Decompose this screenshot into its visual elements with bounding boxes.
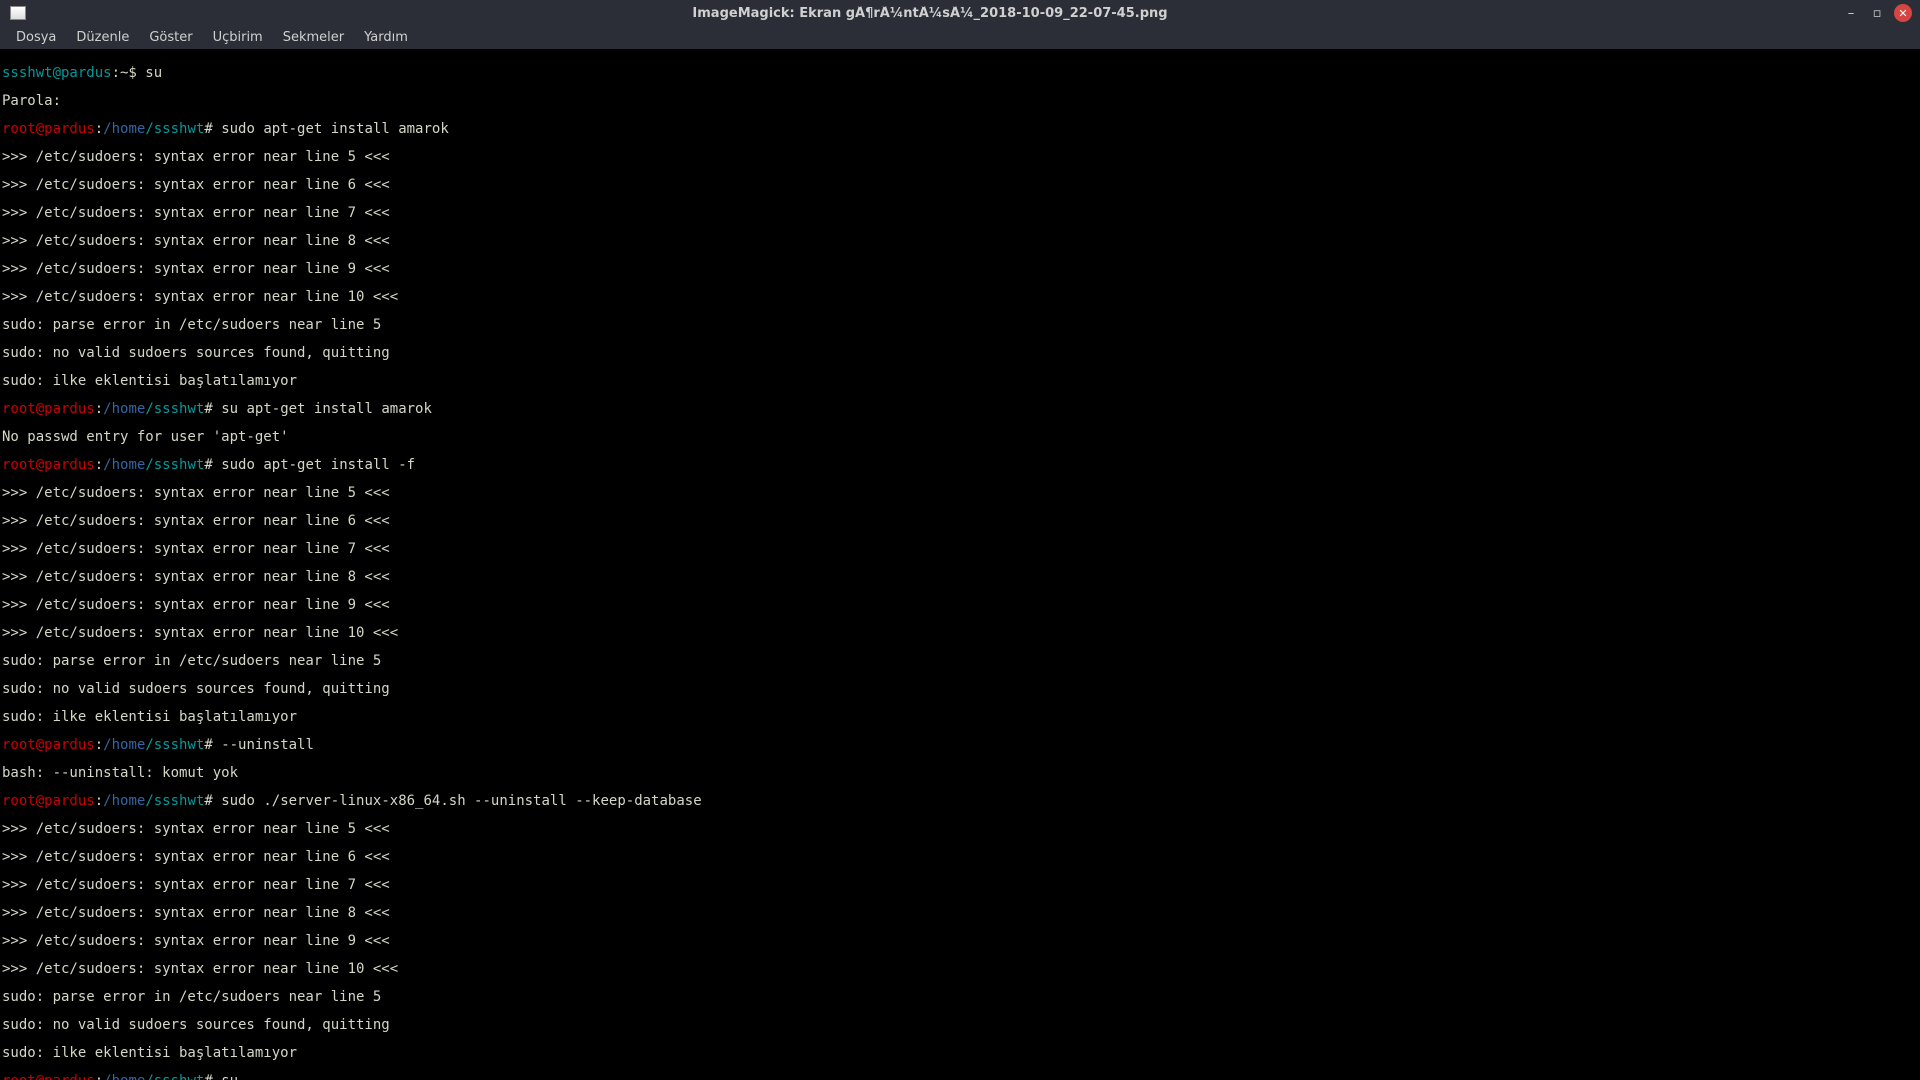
output: sudo: no valid sudoers sources found, qu…	[2, 346, 1918, 360]
command: sudo ./server-linux-x86_64.sh --uninstal…	[221, 793, 701, 809]
output: >>> /etc/sudoers: syntax error near line…	[2, 150, 1918, 164]
menubar: Dosya Düzenle Göster Uçbirim Sekmeler Ya…	[0, 26, 1920, 50]
output: sudo: parse error in /etc/sudoers near l…	[2, 318, 1918, 332]
command: sudo apt-get install amarok	[221, 121, 449, 137]
command: sudo apt-get install -f	[221, 457, 415, 473]
output: >>> /etc/sudoers: syntax error near line…	[2, 626, 1918, 640]
output: >>> /etc/sudoers: syntax error near line…	[2, 542, 1918, 556]
titlebar: ImageMagick: Ekran gÃ¶rÃ¼ntÃ¼sÃ¼_2018-10…	[0, 0, 1920, 26]
output: >>> /etc/sudoers: syntax error near line…	[2, 962, 1918, 976]
maximize-button[interactable]: ▫	[1868, 4, 1886, 22]
output: bash: --uninstall: komut yok	[2, 766, 1918, 780]
output: sudo: parse error in /etc/sudoers near l…	[2, 654, 1918, 668]
output: sudo: parse error in /etc/sudoers near l…	[2, 990, 1918, 1004]
menu-file[interactable]: Dosya	[6, 30, 66, 45]
command: --uninstall	[221, 737, 314, 753]
output: >>> /etc/sudoers: syntax error near line…	[2, 262, 1918, 276]
output: No passwd entry for user 'apt-get'	[2, 430, 1918, 444]
output: >>> /etc/sudoers: syntax error near line…	[2, 878, 1918, 892]
output: >>> /etc/sudoers: syntax error near line…	[2, 514, 1918, 528]
menu-edit[interactable]: Düzenle	[66, 30, 139, 45]
menu-terminal[interactable]: Uçbirim	[203, 30, 273, 45]
menu-view[interactable]: Göster	[139, 30, 202, 45]
window-title: ImageMagick: Ekran gÃ¶rÃ¼ntÃ¼sÃ¼_2018-10…	[26, 6, 1834, 21]
close-button[interactable]: ✕	[1894, 4, 1912, 22]
terminal[interactable]: ssshwt@pardus:~$ su Parola: root@pardus:…	[0, 50, 1920, 1080]
output: >>> /etc/sudoers: syntax error near line…	[2, 906, 1918, 920]
output: sudo: no valid sudoers sources found, qu…	[2, 1018, 1918, 1032]
output: >>> /etc/sudoers: syntax error near line…	[2, 234, 1918, 248]
output: sudo: ilke eklentisi başlatılamıyor	[2, 710, 1918, 724]
command: su	[145, 65, 162, 81]
user-prompt: ssshwt@pardus	[2, 65, 112, 81]
output: >>> /etc/sudoers: syntax error near line…	[2, 570, 1918, 584]
app-window: ImageMagick: Ekran gÃ¶rÃ¼ntÃ¼sÃ¼_2018-10…	[0, 0, 1920, 1080]
minimize-button[interactable]: –	[1842, 4, 1860, 22]
output: >>> /etc/sudoers: syntax error near line…	[2, 934, 1918, 948]
menu-tabs[interactable]: Sekmeler	[273, 30, 354, 45]
command: su	[221, 1073, 238, 1080]
output: >>> /etc/sudoers: syntax error near line…	[2, 486, 1918, 500]
window-controls: – ▫ ✕	[1834, 4, 1912, 22]
menu-help[interactable]: Yardım	[354, 30, 418, 45]
app-icon	[10, 6, 26, 20]
output: >>> /etc/sudoers: syntax error near line…	[2, 206, 1918, 220]
output: sudo: ilke eklentisi başlatılamıyor	[2, 1046, 1918, 1060]
output: >>> /etc/sudoers: syntax error near line…	[2, 850, 1918, 864]
output: Parola:	[2, 94, 1918, 108]
root-prompt: root@pardus	[2, 121, 95, 137]
output: >>> /etc/sudoers: syntax error near line…	[2, 598, 1918, 612]
output: >>> /etc/sudoers: syntax error near line…	[2, 822, 1918, 836]
output: >>> /etc/sudoers: syntax error near line…	[2, 178, 1918, 192]
output: sudo: no valid sudoers sources found, qu…	[2, 682, 1918, 696]
output: sudo: ilke eklentisi başlatılamıyor	[2, 374, 1918, 388]
output: >>> /etc/sudoers: syntax error near line…	[2, 290, 1918, 304]
command: su apt-get install amarok	[221, 401, 432, 417]
